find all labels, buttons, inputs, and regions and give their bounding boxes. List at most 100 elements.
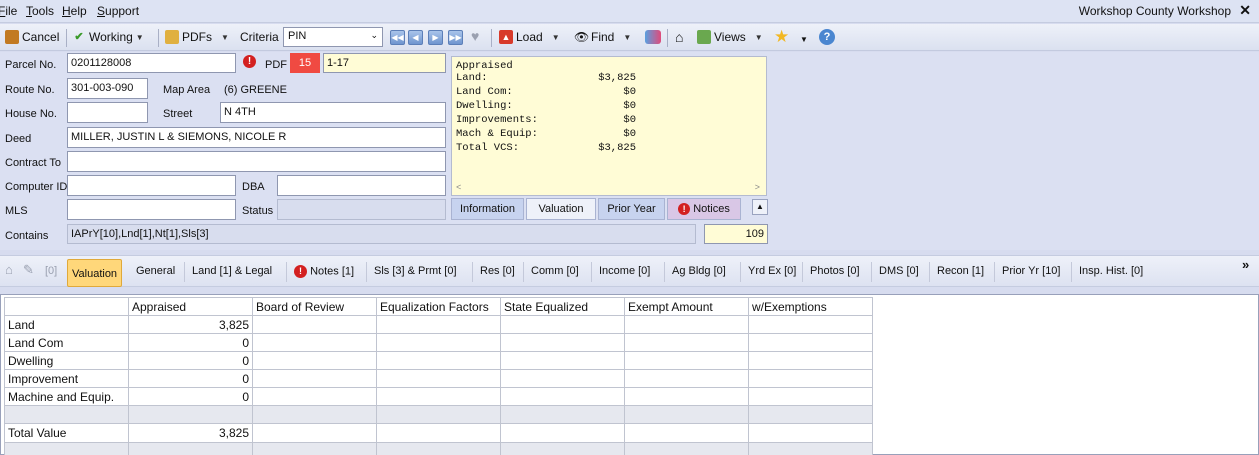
collapse-icon[interactable]: ▲ [752,199,768,215]
close-icon[interactable]: ✕ [1239,2,1251,19]
more-tabs-icon[interactable]: » [1242,257,1249,272]
appraised-cell[interactable]: 0 [128,351,253,370]
home-icon[interactable]: ⌂ [5,262,13,277]
column-header[interactable]: Board of Review [252,297,377,316]
load-button[interactable]: ▲ Load ▼ [499,30,560,44]
column-header[interactable]: State Equalized [500,297,625,316]
table-cell[interactable] [500,423,625,443]
tab-res[interactable]: Res [0] [480,265,515,277]
mls-field[interactable] [67,199,236,220]
chevron-down-icon[interactable]: ▼ [800,33,808,45]
table-cell[interactable] [500,333,625,352]
column-header[interactable]: Exempt Amount [624,297,749,316]
menu-support[interactable]: Support [97,4,139,18]
table-cell[interactable] [624,315,749,334]
tab-photos[interactable]: Photos [0] [810,265,860,277]
house-icon[interactable]: ⌂ [675,29,683,45]
tab-general[interactable]: General [136,265,175,277]
table-cell[interactable] [748,387,873,406]
tab-insp-hist[interactable]: Insp. Hist. [0] [1079,265,1143,277]
table-cell[interactable] [252,423,377,443]
tab-information[interactable]: Information [451,198,524,220]
tab-valuation[interactable]: Valuation [67,259,123,287]
cancel-button[interactable]: Cancel [5,30,59,44]
tab-dms[interactable]: DMS [0] [879,265,919,277]
edit-icon[interactable]: ✎ [23,262,34,278]
tab-ag-bldg[interactable]: Ag Bldg [0] [672,265,726,277]
table-cell[interactable] [624,369,749,388]
table-row[interactable]: Improvement 0 [4,369,873,388]
dba-field[interactable] [277,175,446,196]
pdfs-button[interactable]: PDFs ▼ [165,30,229,44]
parcel-field[interactable]: 0201128008 [67,53,236,73]
column-header[interactable]: Equalization Factors [376,297,501,316]
table-cell[interactable] [624,351,749,370]
menu-help[interactable]: Help [62,4,87,18]
find-button[interactable]: 👁 Find ▼ [574,30,631,44]
table-cell[interactable] [624,423,749,443]
tab-prior-year[interactable]: Prior Year [598,198,665,220]
tab-land-legal[interactable]: Land [1] & Legal [192,265,272,277]
appraised-cell[interactable]: 0 [128,333,253,352]
star-icon[interactable]: ★ [774,27,789,47]
table-row[interactable]: Dwelling 0 [4,351,873,370]
table-cell[interactable] [376,423,501,443]
total-row[interactable]: Total Value 3,825 [4,423,873,443]
table-cell[interactable] [376,369,501,388]
table-cell[interactable] [376,387,501,406]
tab-comm[interactable]: Comm [0] [531,265,579,277]
column-header[interactable]: Appraised [128,297,253,316]
help-icon[interactable]: ? [819,29,835,45]
contract-field[interactable] [67,151,446,172]
tab-yrd-ex[interactable]: Yrd Ex [0] [748,265,796,277]
table-row[interactable]: Machine and Equip. 0 [4,387,873,406]
table-cell[interactable] [500,387,625,406]
tab-income[interactable]: Income [0] [599,265,650,277]
route-field[interactable]: 301-003-090 [67,78,148,99]
tab-notes[interactable]: ! Notes [1] [294,265,354,278]
criteria-select[interactable]: PIN ⌄ [283,27,383,47]
views-button[interactable]: Views ▼ [697,30,763,44]
table-cell[interactable] [748,333,873,352]
computer-id-field[interactable] [67,175,236,196]
table-cell[interactable] [748,423,873,443]
eraser-icon[interactable] [645,30,661,44]
deed-field[interactable]: MILLER, JUSTIN L & SIEMONS, NICOLE R [67,127,446,148]
tab-prior-yr[interactable]: Prior Yr [10] [1002,265,1061,277]
table-cell[interactable] [500,315,625,334]
table-cell[interactable] [252,315,377,334]
table-cell[interactable] [252,369,377,388]
tab-sales-permits[interactable]: Sls [3] & Prmt [0] [374,265,457,277]
pdf-count-badge[interactable]: 15 [290,53,320,73]
table-cell[interactable] [748,369,873,388]
first-record-icon[interactable]: ◀◀ [390,30,405,45]
menu-tools[interactable]: Tools [26,4,54,18]
table-row[interactable]: Land Com 0 [4,333,873,352]
table-cell[interactable] [252,351,377,370]
scroll-left-icon[interactable]: < [456,183,461,193]
appraised-cell[interactable]: 0 [128,387,253,406]
working-button[interactable]: ✔ Working ▼ [72,30,143,44]
table-cell[interactable] [624,387,749,406]
last-record-icon[interactable]: ▶▶ [448,30,463,45]
table-cell[interactable] [376,315,501,334]
table-cell[interactable] [500,369,625,388]
tab-valuation-mini[interactable]: Valuation [526,198,596,220]
table-cell[interactable] [252,387,377,406]
table-cell[interactable] [500,351,625,370]
next-record-icon[interactable]: ▶ [428,30,443,45]
menu-file[interactable]: File [0,4,17,18]
table-row[interactable]: Land 3,825 [4,315,873,334]
column-header[interactable]: w/Exemptions [748,297,873,316]
tab-notices[interactable]: ! Notices [667,198,741,220]
scroll-right-icon[interactable]: > [755,183,760,193]
tab-recon[interactable]: Recon [1] [937,265,984,277]
table-cell[interactable] [252,333,377,352]
table-cell[interactable] [748,351,873,370]
street-field[interactable]: N 4TH [220,102,446,123]
table-cell[interactable] [376,333,501,352]
table-cell[interactable] [748,315,873,334]
appraised-cell[interactable]: 0 [128,369,253,388]
table-cell[interactable] [376,351,501,370]
prev-record-icon[interactable]: ◀ [408,30,423,45]
